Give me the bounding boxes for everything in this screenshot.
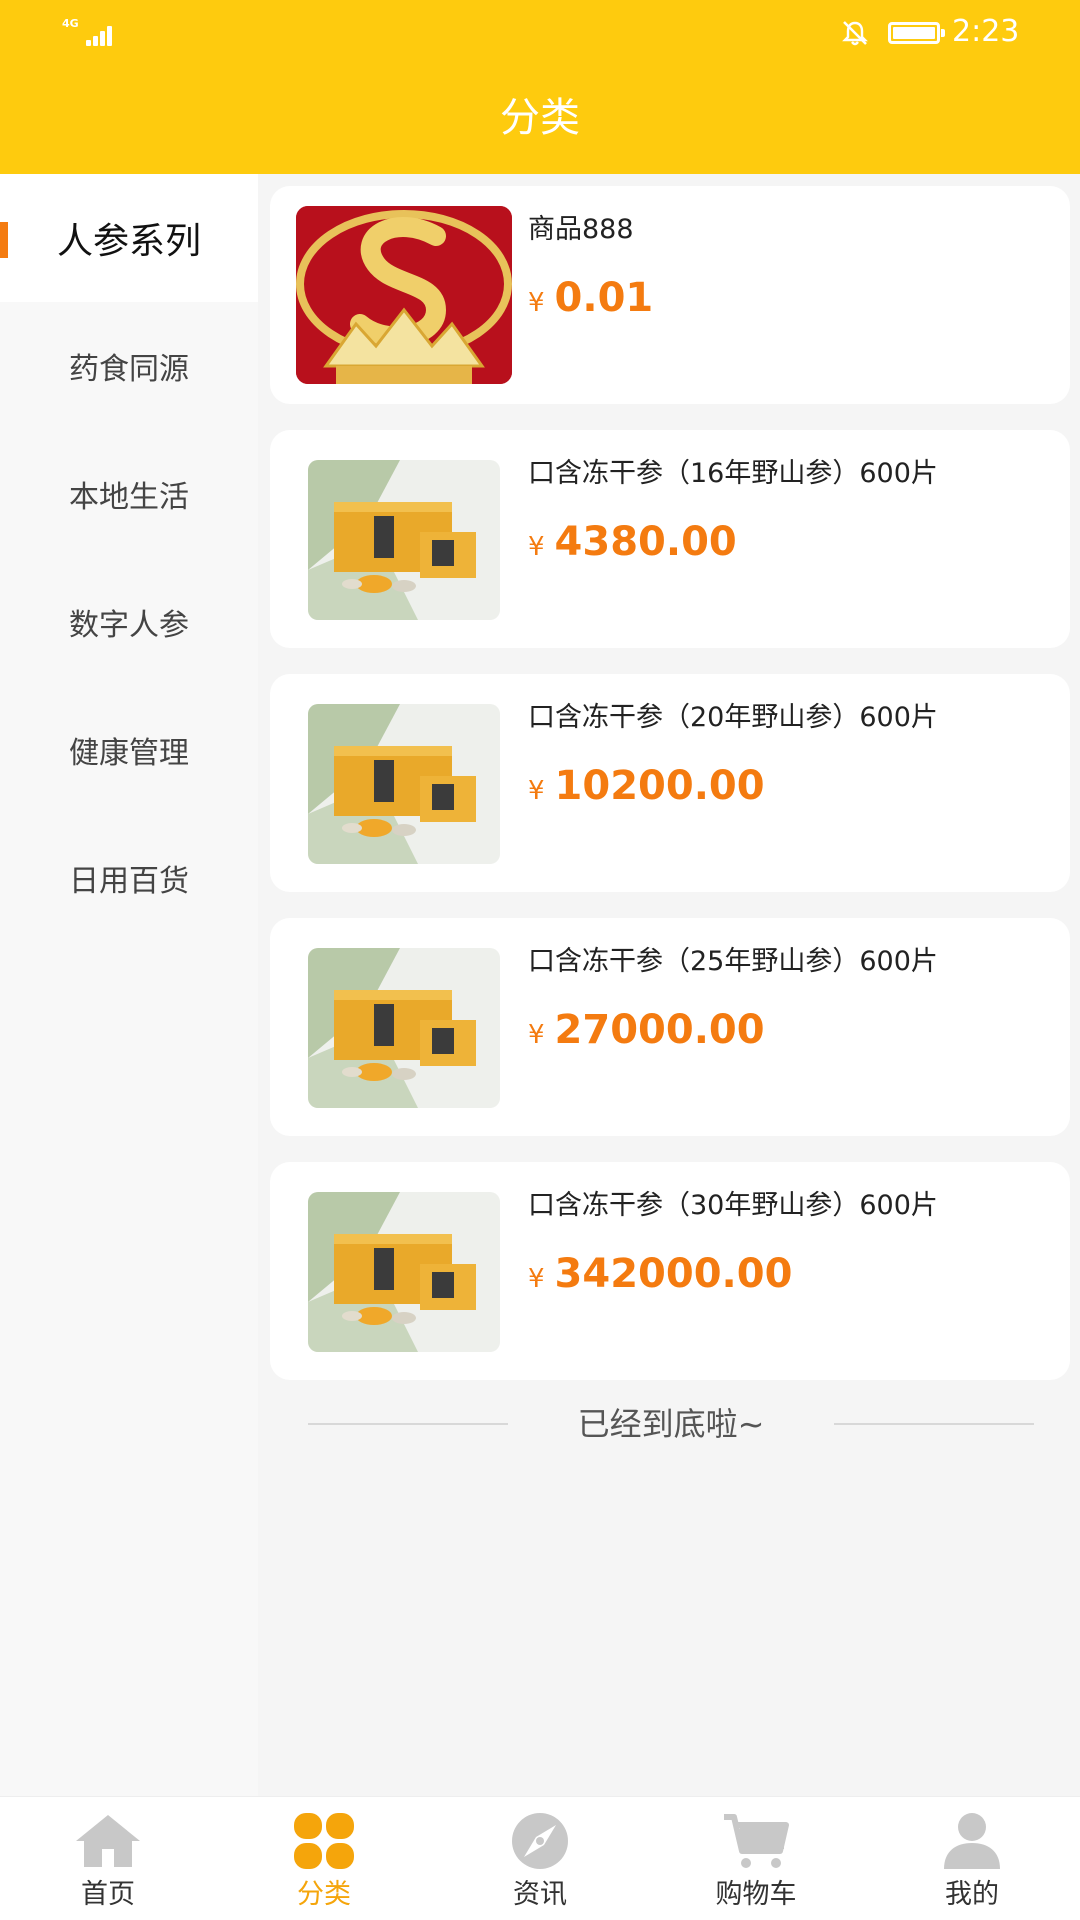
tab-label: 分类 bbox=[297, 1879, 351, 1910]
product-image bbox=[296, 206, 512, 384]
product-name: 口含冻干参（20年野山参）600片 bbox=[528, 702, 938, 733]
home-icon bbox=[76, 1815, 140, 1867]
product-price: ¥4380.00 bbox=[528, 518, 737, 574]
sidebar-item-ginseng-series[interactable]: 人参系列 bbox=[0, 174, 258, 302]
page-title: 分类 bbox=[500, 95, 580, 141]
product-name: 商品888 bbox=[528, 214, 634, 245]
currency-symbol: ¥ bbox=[528, 1264, 545, 1294]
sidebar-item-digital-ginseng[interactable]: 数字人参 bbox=[0, 558, 258, 686]
category-sidebar: 人参系列 药食同源 本地生活 数字人参 健康管理 日用百货 bbox=[0, 174, 258, 1796]
tab-label: 首页 bbox=[81, 1879, 135, 1910]
battery-icon bbox=[888, 22, 945, 44]
currency-symbol: ¥ bbox=[528, 1020, 545, 1050]
sidebar-item-label: 本地生活 bbox=[69, 480, 189, 515]
product-price: ¥27000.00 bbox=[528, 1006, 765, 1062]
product-name: 口含冻干参（30年野山参）600片 bbox=[528, 1190, 938, 1221]
product-name: 口含冻干参（16年野山参）600片 bbox=[528, 458, 938, 489]
currency-symbol: ¥ bbox=[528, 532, 545, 562]
price-value: 4380.00 bbox=[554, 519, 737, 565]
compass-icon bbox=[512, 1813, 568, 1869]
tab-cart[interactable]: 购物车 bbox=[648, 1797, 864, 1920]
product-card[interactable]: 口含冻干参（25年野山参）600片 ¥27000.00 bbox=[270, 918, 1070, 1136]
sidebar-item-local-life[interactable]: 本地生活 bbox=[0, 430, 258, 558]
tab-label: 购物车 bbox=[715, 1879, 797, 1910]
product-image bbox=[308, 948, 500, 1108]
mute-bell-icon bbox=[842, 21, 868, 46]
price-value: 0.01 bbox=[554, 275, 654, 321]
product-card[interactable]: 口含冻干参（20年野山参）600片 ¥10200.00 bbox=[270, 674, 1070, 892]
bottom-tab-bar: 首页 分类 资讯 购物车 我的 bbox=[0, 1796, 1080, 1920]
signal-icon: 4G bbox=[62, 18, 116, 46]
product-price: ¥342000.00 bbox=[528, 1250, 792, 1306]
active-indicator bbox=[0, 222, 8, 258]
status-time: 2:23 bbox=[952, 14, 1020, 49]
product-card[interactable]: 口含冻干参（30年野山参）600片 ¥342000.00 bbox=[270, 1162, 1070, 1380]
sidebar-item-label: 日用百货 bbox=[69, 864, 189, 899]
list-end-text: 已经到底啦~ bbox=[577, 1405, 765, 1443]
sidebar-item-label: 健康管理 bbox=[69, 736, 189, 771]
network-type: 4G bbox=[62, 17, 79, 30]
sidebar-item-label: 数字人参 bbox=[69, 608, 189, 643]
tab-category[interactable]: 分类 bbox=[216, 1797, 432, 1920]
currency-symbol: ¥ bbox=[528, 776, 545, 806]
product-image bbox=[308, 704, 500, 864]
price-value: 342000.00 bbox=[554, 1251, 793, 1297]
product-image bbox=[308, 460, 500, 620]
tab-label: 我的 bbox=[945, 1879, 999, 1910]
product-name: 口含冻干参（25年野山参）600片 bbox=[528, 946, 938, 977]
tab-home[interactable]: 首页 bbox=[0, 1797, 216, 1920]
price-value: 27000.00 bbox=[554, 1007, 765, 1053]
tab-label: 资讯 bbox=[513, 1879, 567, 1910]
category-icon bbox=[294, 1813, 354, 1869]
user-icon bbox=[944, 1813, 1000, 1869]
price-value: 10200.00 bbox=[554, 763, 765, 809]
tab-news[interactable]: 资讯 bbox=[432, 1797, 648, 1920]
product-card[interactable]: 口含冻干参（16年野山参）600片 ¥4380.00 bbox=[270, 430, 1070, 648]
sidebar-item-food-medicine[interactable]: 药食同源 bbox=[0, 302, 258, 430]
sidebar-item-health-management[interactable]: 健康管理 bbox=[0, 686, 258, 814]
status-bar: 4G 2:23 bbox=[0, 0, 1080, 64]
cart-icon bbox=[724, 1814, 789, 1868]
product-image bbox=[308, 1192, 500, 1352]
sidebar-item-daily-goods[interactable]: 日用百货 bbox=[0, 814, 258, 942]
product-card[interactable]: 商品888 ¥0.01 bbox=[270, 186, 1070, 404]
sidebar-item-label: 药食同源 bbox=[69, 352, 189, 387]
product-price: ¥10200.00 bbox=[528, 762, 765, 818]
product-price: ¥0.01 bbox=[528, 274, 653, 330]
sidebar-item-label: 人参系列 bbox=[56, 221, 201, 262]
currency-symbol: ¥ bbox=[528, 288, 545, 318]
tab-profile[interactable]: 我的 bbox=[864, 1797, 1080, 1920]
header: 分类 bbox=[0, 64, 1080, 174]
list-end-indicator: 已经到底啦~ bbox=[308, 1400, 1034, 1448]
